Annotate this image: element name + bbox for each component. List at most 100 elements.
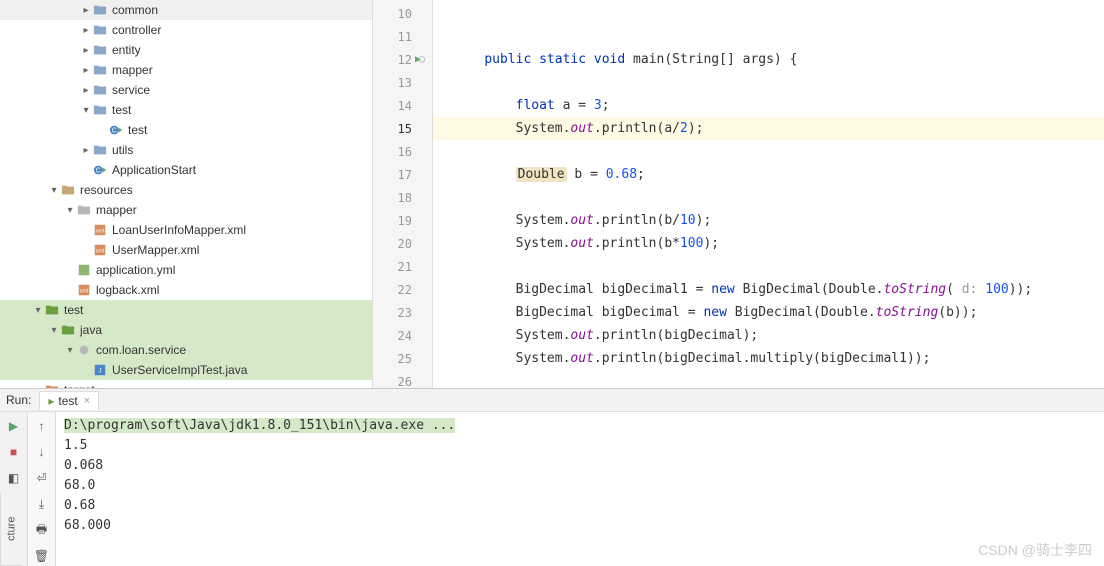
tree-item-label: entity: [112, 43, 141, 57]
trash-button[interactable]: 🗑: [32, 546, 52, 566]
tree-item[interactable]: xmllogback.xml: [0, 280, 372, 300]
line-number[interactable]: 18: [373, 186, 432, 209]
tree-item[interactable]: ▸ common: [0, 0, 372, 20]
folder-test-icon: [60, 322, 76, 338]
code-line[interactable]: [433, 255, 1104, 278]
camera-button[interactable]: ◧: [4, 468, 24, 488]
tree-item[interactable]: ▸ target: [0, 380, 372, 388]
line-number[interactable]: 25: [373, 347, 432, 370]
tree-item-label: LoanUserInfoMapper.xml: [112, 223, 246, 237]
tree-item-label: target: [64, 383, 95, 388]
tree-item[interactable]: ▸ controller: [0, 20, 372, 40]
line-number[interactable]: 10: [373, 2, 432, 25]
stop-button[interactable]: ■: [4, 442, 24, 462]
code-line[interactable]: [433, 2, 1104, 25]
chevron-icon[interactable]: ▾: [32, 305, 44, 316]
code-line[interactable]: System.out.println(bigDecimal);: [433, 324, 1104, 347]
chevron-icon[interactable]: ▸: [80, 5, 92, 16]
line-number[interactable]: 23: [373, 301, 432, 324]
folder-excl-icon: [44, 382, 60, 388]
code-line[interactable]: public static void main(String[] args) {: [433, 48, 1104, 71]
java-icon: J: [92, 362, 108, 378]
line-number[interactable]: 17: [373, 163, 432, 186]
tree-item-label: controller: [112, 23, 161, 37]
resources-icon: [60, 182, 76, 198]
chevron-icon[interactable]: ▸: [32, 385, 44, 389]
code-line[interactable]: System.out.println(a/2);: [433, 117, 1104, 140]
code-line[interactable]: [433, 370, 1104, 393]
chevron-icon[interactable]: ▾: [48, 185, 60, 196]
up-button[interactable]: ↑: [32, 416, 52, 436]
tree-item[interactable]: ▸utils: [0, 140, 372, 160]
down-button[interactable]: ↓: [32, 442, 52, 462]
tree-item[interactable]: CApplicationStart: [0, 160, 372, 180]
line-number[interactable]: 15: [373, 117, 432, 140]
tree-item[interactable]: ▸service: [0, 80, 372, 100]
code-line[interactable]: [433, 140, 1104, 163]
line-number[interactable]: 21: [373, 255, 432, 278]
chevron-icon[interactable]: ▸: [80, 25, 92, 36]
code-line[interactable]: BigDecimal bigDecimal1 = new BigDecimal(…: [433, 278, 1104, 301]
tree-item[interactable]: xmlUserMapper.xml: [0, 240, 372, 260]
tree-item[interactable]: xml LoanUserInfoMapper.xml: [0, 220, 372, 240]
run-tab[interactable]: ▸ test ×: [39, 391, 99, 410]
wrap-button[interactable]: ⏎: [32, 468, 52, 488]
tree-item-label: common: [112, 3, 158, 17]
chevron-icon[interactable]: ▸: [80, 145, 92, 156]
tree-item[interactable]: ▾resources: [0, 180, 372, 200]
line-number[interactable]: 16: [373, 140, 432, 163]
code-line[interactable]: [433, 25, 1104, 48]
tree-item-label: com.loan.service: [96, 343, 186, 357]
tree-item[interactable]: ▾java: [0, 320, 372, 340]
chevron-icon[interactable]: ▸: [80, 65, 92, 76]
tree-item[interactable]: ▾ com.loan.service: [0, 340, 372, 360]
line-number[interactable]: 22: [373, 278, 432, 301]
code-line[interactable]: [433, 186, 1104, 209]
code-content[interactable]: public static void main(String[] args) {…: [433, 0, 1104, 388]
chevron-icon[interactable]: ▾: [80, 105, 92, 116]
tree-item[interactable]: Ctest: [0, 120, 372, 140]
chevron-icon[interactable]: ▸: [80, 45, 92, 56]
code-line[interactable]: System.out.println(bigDecimal.multiply(b…: [433, 347, 1104, 370]
tree-item[interactable]: ▾ test: [0, 100, 372, 120]
project-tree[interactable]: ▸ common ▸ controller ▸ entity ▸mapper▸service…: [0, 0, 373, 388]
folder-icon: [92, 102, 108, 118]
structure-sidebar-tab[interactable]: cture: [0, 492, 22, 566]
chevron-icon[interactable]: ▾: [64, 205, 76, 216]
code-line[interactable]: System.out.println(b*100);: [433, 232, 1104, 255]
chevron-icon[interactable]: ▾: [64, 345, 76, 356]
tree-item-label: ApplicationStart: [112, 163, 196, 177]
code-line[interactable]: Double b = 0.68;: [433, 163, 1104, 186]
tree-item-label: application.yml: [96, 263, 175, 277]
scroll-button[interactable]: ⤓: [32, 494, 52, 514]
tree-item[interactable]: ▾test: [0, 300, 372, 320]
xml-icon: xml: [92, 222, 108, 238]
code-line[interactable]: System.out.println(b/10);: [433, 209, 1104, 232]
line-number[interactable]: 14: [373, 94, 432, 117]
run-tab-name: test: [58, 394, 77, 408]
code-line[interactable]: BigDecimal bigDecimal = new BigDecimal(D…: [433, 301, 1104, 324]
console-output[interactable]: D:\program\soft\Java\jdk1.8.0_151\bin\ja…: [56, 412, 1104, 566]
tree-item[interactable]: ▾mapper: [0, 200, 372, 220]
rerun-button[interactable]: ▶: [4, 416, 24, 436]
line-number[interactable]: 12▶◯: [373, 48, 432, 71]
close-icon[interactable]: ×: [84, 395, 90, 407]
chevron-icon[interactable]: ▸: [80, 85, 92, 96]
tree-item-label: test: [112, 103, 131, 117]
line-number[interactable]: 26: [373, 370, 432, 393]
line-number[interactable]: 24: [373, 324, 432, 347]
code-line[interactable]: float a = 3;: [433, 94, 1104, 117]
code-line[interactable]: [433, 71, 1104, 94]
line-number[interactable]: 11: [373, 25, 432, 48]
chevron-icon[interactable]: ▾: [48, 325, 60, 336]
tree-item[interactable]: JUserServiceImplTest.java: [0, 360, 372, 380]
tree-item[interactable]: ▸ entity: [0, 40, 372, 60]
line-number[interactable]: 20: [373, 232, 432, 255]
line-number[interactable]: 13: [373, 71, 432, 94]
tree-item[interactable]: application.yml: [0, 260, 372, 280]
print-button[interactable]: 🖶: [32, 520, 52, 540]
tree-item[interactable]: ▸mapper: [0, 60, 372, 80]
code-editor[interactable]: 101112▶◯1314151617181920212223242526 pub…: [373, 0, 1104, 388]
console-line: 68.000: [64, 516, 1096, 536]
line-number[interactable]: 19: [373, 209, 432, 232]
